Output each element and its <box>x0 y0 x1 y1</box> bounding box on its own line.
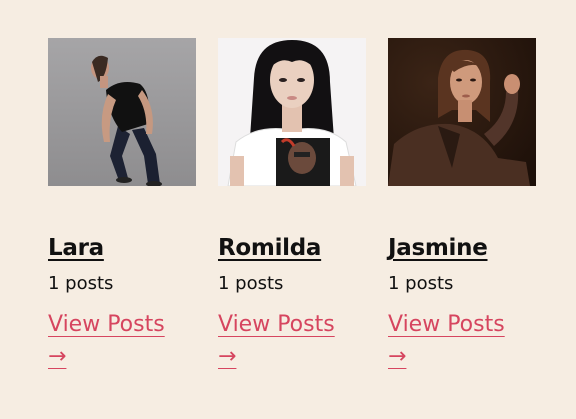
arrow-right-icon: → <box>388 344 407 369</box>
author-card-jasmine: Jasmine 1 posts View Posts → <box>388 38 538 372</box>
view-posts-link[interactable]: View Posts → <box>218 308 335 372</box>
view-posts-link[interactable]: View Posts → <box>388 308 505 372</box>
post-count: 1 posts <box>48 273 114 294</box>
author-name-link[interactable]: Romilda <box>218 234 321 262</box>
portrait-lara-image <box>48 38 196 186</box>
view-posts-label: View Posts <box>48 312 165 337</box>
arrow-right-icon: → <box>218 344 237 369</box>
author-card-romilda: Romilda 1 posts View Posts → <box>218 38 368 372</box>
author-photo-lara[interactable] <box>48 38 196 186</box>
arrow-right-icon: → <box>48 344 67 369</box>
view-posts-link[interactable]: View Posts → <box>48 308 165 372</box>
author-photo-romilda[interactable] <box>218 38 366 186</box>
portrait-romilda-image <box>218 38 366 186</box>
view-posts-label: View Posts <box>218 312 335 337</box>
view-posts-label: View Posts <box>388 312 505 337</box>
author-grid: Lara 1 posts View Posts → Romilda 1 post… <box>0 0 576 419</box>
author-name-link[interactable]: Lara <box>48 234 104 262</box>
author-card-lara: Lara 1 posts View Posts → <box>48 38 198 372</box>
portrait-jasmine-image <box>388 38 536 186</box>
author-photo-jasmine[interactable] <box>388 38 536 186</box>
post-count: 1 posts <box>388 273 454 294</box>
author-name-link[interactable]: Jasmine <box>388 234 488 262</box>
post-count: 1 posts <box>218 273 284 294</box>
